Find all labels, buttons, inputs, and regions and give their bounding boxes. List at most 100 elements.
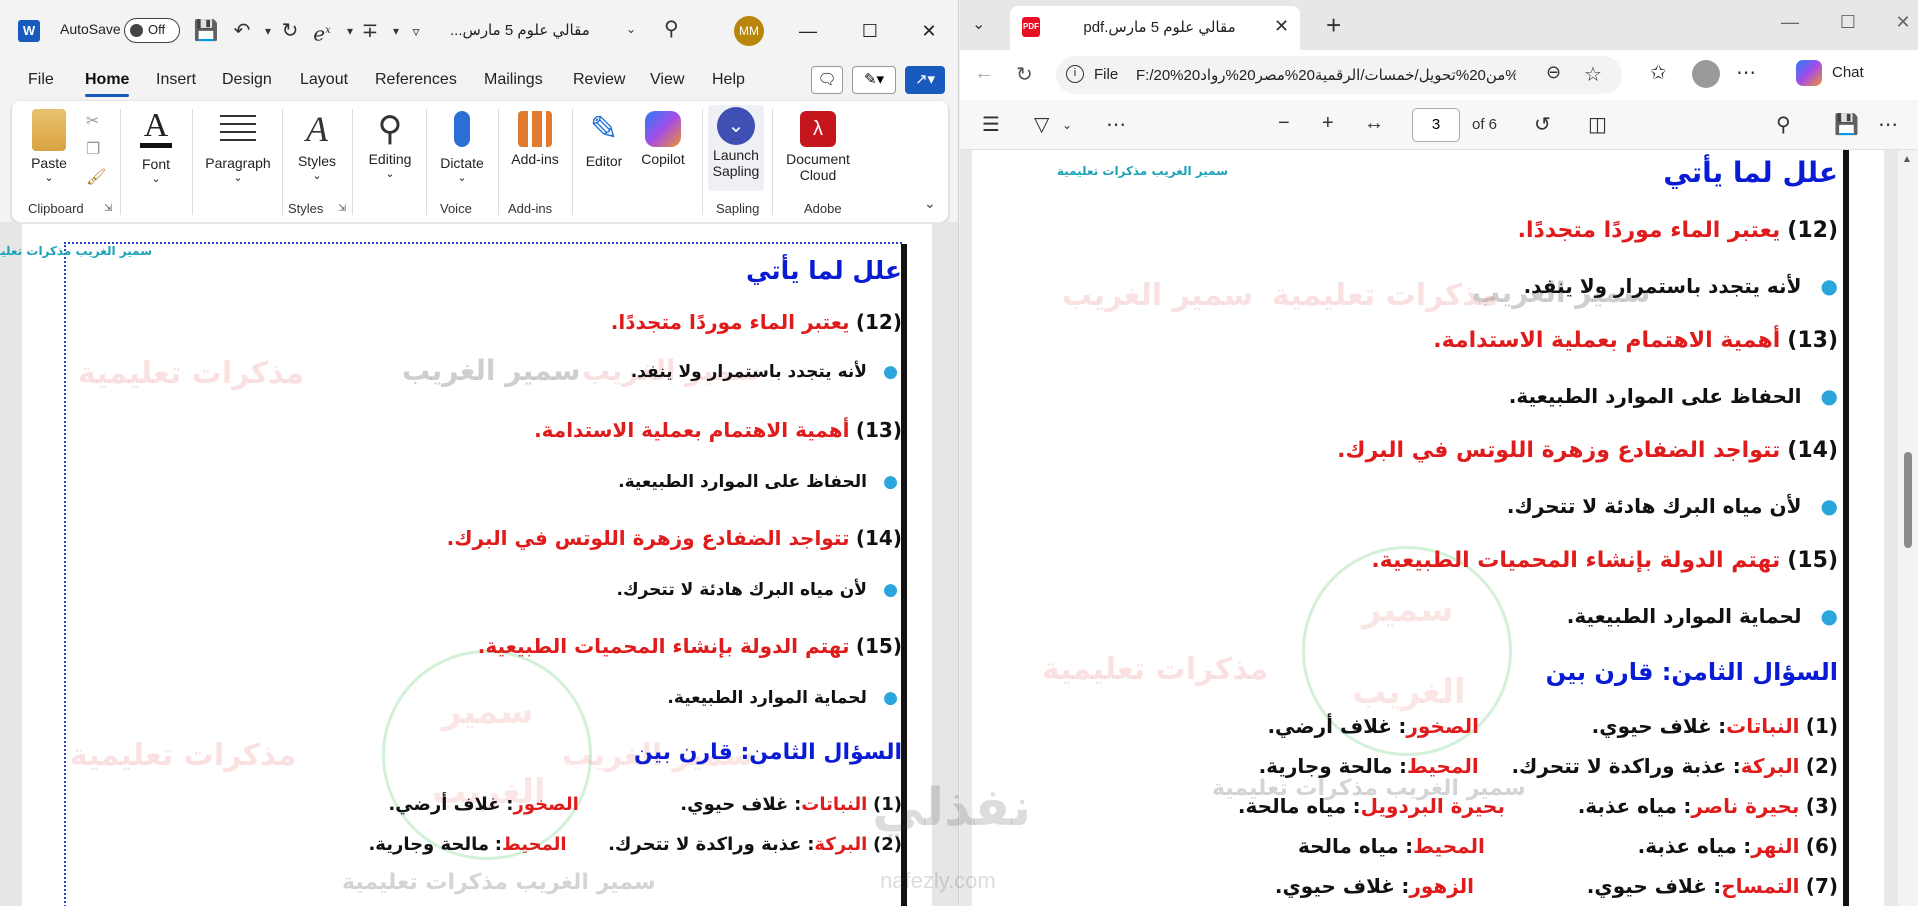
paragraph-button[interactable]: Paragraph ⌄ xyxy=(200,109,276,184)
highlight-dropdown-icon[interactable]: ⌄ xyxy=(1062,118,1072,132)
collapse-ribbon-icon[interactable]: ⌄ xyxy=(924,195,936,212)
tab-actions-icon[interactable]: ⌄ xyxy=(972,14,985,34)
group-adobe: Adobe xyxy=(804,201,842,216)
cut-icon[interactable]: ✂ xyxy=(86,111,99,131)
highlight-icon[interactable]: ▽ xyxy=(1034,112,1049,137)
row-number: (1) xyxy=(1805,714,1838,738)
undo-icon[interactable]: ↶ xyxy=(228,16,256,46)
address-bar-row: ← ↻ i File F:/20%من20%تحويل/خمسات/الرقمي… xyxy=(960,50,1918,100)
maximize-icon[interactable]: ☐ xyxy=(855,16,885,46)
browser-tab-pdf[interactable]: PDF مقالي علوم 5 مارس.pdf ✕ xyxy=(1010,6,1300,50)
contents-icon[interactable]: ☰ xyxy=(982,112,1000,137)
dictate-button[interactable]: Dictate ⌄ xyxy=(432,109,492,184)
ribbon-separator xyxy=(498,109,499,215)
tab-close-icon[interactable]: ✕ xyxy=(1274,16,1289,37)
launch-sapling-button[interactable]: ⌄ Launch Sapling xyxy=(708,105,764,191)
compare-val-b: غلاف حيوي. xyxy=(1274,874,1395,898)
answer-text: لأن مياه البرك هادئة لا تتحرك. xyxy=(616,580,867,600)
tab-insert[interactable]: Insert xyxy=(156,71,196,89)
format-painter-icon[interactable]: 🖌 xyxy=(86,167,106,187)
editing-button[interactable]: ⚲ Editing ⌄ xyxy=(360,109,420,180)
tab-view[interactable]: View xyxy=(650,71,684,89)
tab-file[interactable]: File xyxy=(28,71,54,89)
addins-label: Add-ins xyxy=(511,151,559,167)
pdf-viewer[interactable]: سمير الغريب مذكرات تعليمية سمير الغريب س… xyxy=(960,150,1918,906)
close-icon[interactable]: ✕ xyxy=(1888,12,1918,33)
tab-home[interactable]: Home xyxy=(85,71,130,97)
pdf-scrollbar[interactable]: ▲ xyxy=(1898,150,1918,906)
scrollbar-thumb[interactable] xyxy=(1904,452,1912,548)
fit-width-icon[interactable]: ↔ xyxy=(1364,112,1384,135)
close-icon[interactable]: ✕ xyxy=(914,16,944,46)
save-pdf-icon[interactable]: 💾 xyxy=(1834,112,1859,137)
title-dropdown-icon[interactable]: ⌄ xyxy=(626,22,636,36)
answer-14: ● لأن مياه البرك هادئة لا تتحرك. xyxy=(1507,494,1838,518)
document-page[interactable]: مذكرات تعليمية سمير الغريب سمير الغريب س… xyxy=(0,224,932,906)
copilot-button[interactable]: Copilot xyxy=(634,109,692,167)
styles-button[interactable]: A Styles ⌄ xyxy=(290,109,344,182)
more-tools-icon[interactable]: ⋯ xyxy=(1106,112,1126,137)
find-icon[interactable]: ⚲ xyxy=(1776,112,1791,137)
chat-label[interactable]: Chat xyxy=(1832,64,1864,81)
customize-toolbar-icon[interactable]: ▿ xyxy=(402,16,430,46)
page-view-icon[interactable]: ◫ xyxy=(1588,112,1607,137)
copilot-label: Copilot xyxy=(641,151,685,167)
save-icon[interactable]: 💾 xyxy=(192,16,220,46)
address-bar[interactable]: i File F:/20%من20%تحويل/خمسات/الرقمية20%… xyxy=(1056,56,1622,94)
minimize-icon[interactable]: — xyxy=(793,16,823,46)
sapling-label-2: Sapling xyxy=(712,163,760,179)
favorite-star-icon[interactable]: ☆ xyxy=(1584,62,1602,87)
equation-icon[interactable]: ex xyxy=(308,16,336,46)
tab-review[interactable]: Review xyxy=(573,71,625,89)
row-number: (7) xyxy=(1805,874,1838,898)
compare-key-a: البركة xyxy=(1740,754,1800,778)
zoom-in-button[interactable]: + xyxy=(1322,112,1334,135)
profile-avatar[interactable] xyxy=(1692,60,1720,88)
info-icon[interactable]: i xyxy=(1066,65,1084,83)
back-icon[interactable]: ← xyxy=(974,62,994,85)
more-menu-icon[interactable]: ⋯ xyxy=(1736,60,1756,85)
autosave-toggle[interactable]: Off xyxy=(124,18,180,43)
font-button[interactable]: A Font ⌄ xyxy=(128,109,184,185)
tab-design[interactable]: Design xyxy=(222,71,272,89)
tab-mailings[interactable]: Mailings xyxy=(484,71,543,89)
document-title[interactable]: مقالي علوم 5 مارس... xyxy=(450,21,590,39)
font-color-icon: A xyxy=(140,109,172,148)
minimize-icon[interactable]: — xyxy=(1775,12,1805,33)
copy-icon[interactable]: ❐ xyxy=(86,139,100,159)
addins-button[interactable]: Add-ins xyxy=(504,109,566,167)
pdf-more-icon[interactable]: ⋯ xyxy=(1878,112,1898,137)
answer-13: ● الحفاظ على الموارد الطبيعية. xyxy=(618,472,898,492)
zoom-out-button[interactable]: − xyxy=(1278,112,1290,135)
dialog-launcher-icon[interactable]: ⇲ xyxy=(338,203,346,214)
strikethrough-icon[interactable]: ∓ xyxy=(356,16,384,46)
new-tab-icon[interactable]: + xyxy=(1326,10,1341,41)
editor-button[interactable]: ✎ Editor xyxy=(578,109,630,169)
zoom-out-icon[interactable]: ⊖ xyxy=(1546,62,1561,83)
tab-references[interactable]: References xyxy=(375,71,457,89)
document-canvas[interactable]: مذكرات تعليمية سمير الغريب سمير الغريب س… xyxy=(0,222,958,906)
pdf-page[interactable]: سمير الغريب مذكرات تعليمية سمير الغريب س… xyxy=(972,150,1884,906)
tab-help[interactable]: Help xyxy=(712,71,745,89)
redo-icon[interactable]: ↻ xyxy=(276,16,304,46)
avatar[interactable]: MM xyxy=(734,16,764,46)
favorites-icon[interactable]: ✩ xyxy=(1650,60,1667,85)
refresh-icon[interactable]: ↻ xyxy=(1016,62,1033,87)
copilot-icon[interactable] xyxy=(1796,60,1822,86)
comments-button[interactable]: 🗨 xyxy=(811,66,843,94)
question-15: (15) تهتم الدولة بإنشاء المحميات الطبيعي… xyxy=(478,634,902,658)
scroll-up-icon[interactable]: ▲ xyxy=(1902,154,1912,165)
editing-mode-button[interactable]: ✎▾ xyxy=(852,66,896,94)
search-icon[interactable]: ⚲ xyxy=(664,16,679,41)
dialog-launcher-icon[interactable]: ⇲ xyxy=(104,203,112,214)
share-button[interactable]: ↗▾ xyxy=(905,66,945,94)
tab-layout[interactable]: Layout xyxy=(300,71,348,89)
ribbon-separator xyxy=(120,109,121,215)
page-number-input[interactable]: 3 xyxy=(1412,108,1460,142)
maximize-icon[interactable]: ☐ xyxy=(1833,12,1863,33)
paste-button[interactable]: Paste ⌄ xyxy=(26,109,72,184)
rotate-icon[interactable]: ↺ xyxy=(1534,112,1551,137)
compare-val-a: غلاف حيوي. xyxy=(680,794,789,815)
document-cloud-button[interactable]: λ Document Cloud xyxy=(780,109,856,183)
question-text: تتواجد الضفادع وزهرة اللوتس في البرك. xyxy=(446,526,850,550)
